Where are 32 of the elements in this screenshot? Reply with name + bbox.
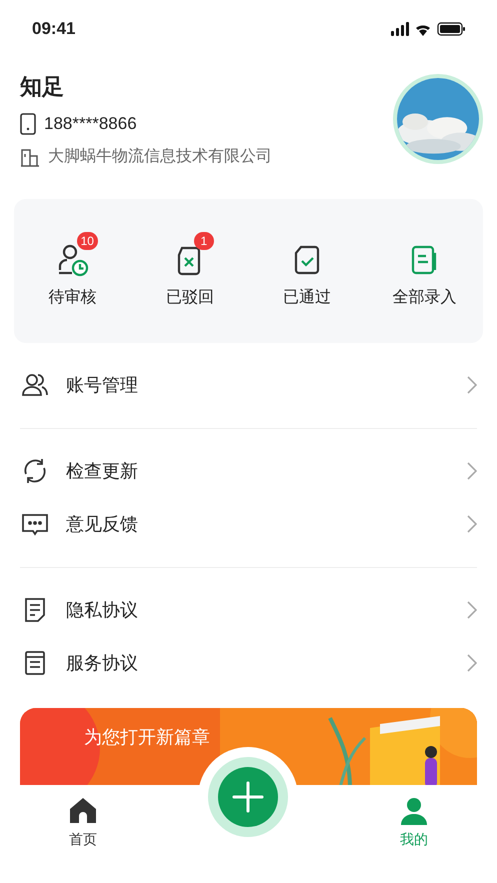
- status-shortcut[interactable]: 已通过: [248, 228, 366, 314]
- building-icon: [20, 146, 40, 166]
- home-icon: [68, 797, 98, 825]
- status-shortcut[interactable]: 10 待审核: [14, 228, 132, 314]
- chevron-right-icon: [467, 376, 477, 394]
- tab-bar-item[interactable]: 首页: [0, 797, 166, 850]
- chevron-right-icon: [467, 515, 477, 533]
- chevron-right-icon: [467, 654, 477, 672]
- person-icon: [399, 797, 430, 825]
- count-badge: 1: [194, 232, 214, 250]
- status-shortcut[interactable]: 1 已驳回: [131, 228, 248, 314]
- count-badge: 10: [76, 232, 98, 250]
- user-name: 知足: [20, 73, 65, 101]
- tab-bar-item[interactable]: 我的: [331, 797, 497, 850]
- company-name: 大脚蜗牛物流信息技术有限公司: [48, 146, 272, 166]
- plus-icon: [232, 781, 264, 813]
- chevron-right-icon: [467, 601, 477, 619]
- battery-icon: [437, 22, 465, 36]
- menu-item[interactable]: 账号管理: [20, 358, 477, 412]
- status-shortcut[interactable]: 全部录入: [366, 228, 483, 314]
- menu-item[interactable]: 检查更新: [20, 444, 477, 498]
- add-button[interactable]: [208, 757, 288, 837]
- phone-number: 188****8866: [44, 113, 137, 135]
- status-time: 09:41: [32, 18, 76, 40]
- menu-item[interactable]: 意见反馈: [20, 498, 477, 550]
- phone-icon: [20, 112, 36, 135]
- wifi-icon: [415, 22, 431, 36]
- signal-icon: [391, 22, 409, 36]
- menu-item[interactable]: 隐私协议: [20, 584, 477, 636]
- menu-item[interactable]: 服务协议: [20, 636, 477, 690]
- chevron-right-icon: [467, 462, 477, 480]
- banner-subtitle: 为您打开新篇章: [84, 726, 210, 748]
